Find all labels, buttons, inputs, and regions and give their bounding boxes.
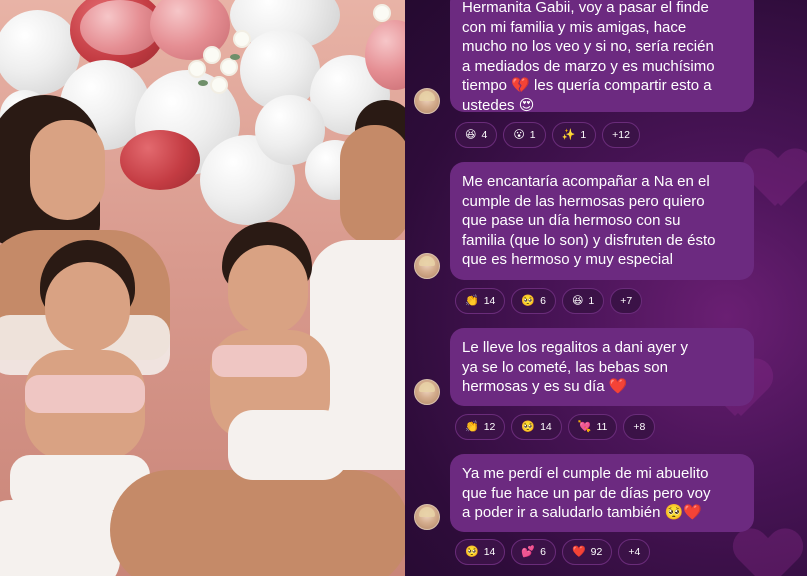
message-line: con mi familia y mis amigas, hace	[462, 18, 687, 36]
flower	[205, 48, 219, 62]
reaction-count: 14	[483, 295, 496, 307]
heart-icon: ❤️	[571, 545, 586, 558]
more-reactions-pill[interactable]: +12	[602, 122, 640, 148]
bg-heart-icon	[745, 150, 805, 210]
flower	[235, 32, 249, 46]
reaction-count: 14	[483, 546, 496, 558]
clap-icon: 👏	[465, 420, 479, 433]
reaction-pill[interactable]: 🥺 14	[455, 539, 506, 565]
man-arm	[110, 470, 405, 576]
reaction-bar: 👏 12 🥺 14 💘 11 +8	[455, 414, 656, 440]
baby1-top	[25, 375, 145, 413]
sender-avatar[interactable]	[414, 88, 440, 114]
man-face	[340, 125, 405, 245]
message-line: a poder ir a saludarlo también 🥺❤️	[462, 504, 702, 521]
grin-icon: 😆	[465, 128, 477, 141]
reaction-pill[interactable]: 🥺 14	[511, 414, 562, 440]
reaction-pill[interactable]: 💕 6	[511, 539, 556, 565]
more-reactions-pill[interactable]: +7	[610, 288, 643, 314]
balloon	[80, 0, 160, 55]
message-line: ustedes 😍	[462, 96, 535, 114]
bg-heart-icon	[735, 530, 795, 576]
baby1-face	[45, 262, 130, 352]
chat-panel: Hermanita Gabii, voy a pasar el finde co…	[405, 0, 807, 576]
more-reactions-pill[interactable]: +4	[618, 539, 651, 565]
message-bubble: Ya me perdí el cumple de mi abuelito que…	[450, 454, 754, 532]
baby2-shorts	[228, 410, 348, 480]
message-line: a mediados de marzo y es muchísimo	[462, 57, 715, 75]
pleading-face-icon: 🥺	[521, 294, 536, 307]
reaction-count: 1	[580, 129, 587, 141]
message-line: Hermanita Gabii, voy a pasar el finde	[462, 0, 709, 16]
message-line: Me encantaría acompañar a Na en el	[462, 173, 710, 190]
surprised-icon: 😮	[513, 128, 525, 141]
reaction-count: +4	[628, 546, 641, 558]
reaction-count: +8	[633, 421, 646, 433]
message-bubble: Le lleve los regalitos a dani ayer y ya …	[450, 328, 754, 406]
reaction-pill[interactable]: 💘 11	[567, 414, 618, 440]
more-reactions-pill[interactable]: +8	[623, 414, 656, 440]
reaction-bar: 🥺 14 💕 6 ❤️ 92 +4	[455, 539, 651, 565]
flower	[222, 60, 236, 74]
reaction-pill[interactable]: 😆 1	[561, 288, 605, 314]
woman-face	[30, 120, 105, 220]
leaf	[230, 54, 240, 60]
flower	[212, 78, 226, 92]
pleading-face-icon: 🥺	[521, 420, 536, 433]
message-line: hermosas y es su día ❤️	[462, 378, 628, 395]
two-hearts-icon: 💕	[521, 545, 536, 558]
reaction-bar: 😆 4 😮 1 ✨ 1 +12	[455, 122, 640, 148]
balloon	[120, 130, 200, 190]
message-line: cumple de las hermosas pero quiero	[462, 192, 705, 210]
reaction-pill[interactable]: 🥺 6	[511, 288, 556, 314]
leaf	[198, 80, 208, 86]
clap-icon: 👏	[465, 294, 479, 307]
message-bubble: Hermanita Gabii, voy a pasar el finde co…	[450, 0, 754, 114]
reaction-pill[interactable]: 😆 4	[455, 122, 498, 148]
reaction-bar: 👏 14 🥺 6 😆 1 +7	[455, 288, 643, 314]
message-line: que pase un día hermoso con su	[462, 212, 681, 229]
message-bubble: Me encantaría acompañar a Na en el cumpl…	[450, 162, 754, 280]
reaction-pill[interactable]: 👏 12	[455, 414, 506, 440]
reaction-count: 6	[540, 295, 546, 307]
baby2-top	[212, 345, 307, 377]
heart-arrow-icon: 💘	[577, 420, 592, 433]
reaction-pill[interactable]: 😮 1	[503, 122, 546, 148]
message-line: familia (que lo son) y disfruten de ésto	[462, 231, 716, 249]
message-line: tiempo 💔 les quería compartir esto a	[462, 77, 712, 94]
reaction-count: +12	[612, 129, 630, 141]
woman-pants	[0, 500, 120, 576]
flower	[375, 6, 389, 20]
reaction-pill[interactable]: 👏 14	[455, 288, 506, 314]
reaction-count: 12	[483, 421, 496, 433]
grin-icon: 😆	[571, 294, 584, 307]
reaction-count: 4	[481, 129, 488, 141]
flower	[190, 62, 204, 76]
message-line: mucho no los veo y si no, sería recién	[462, 38, 714, 55]
sender-avatar[interactable]	[414, 379, 440, 405]
message-line: Le lleve los regalitos a dani ayer y	[462, 339, 688, 356]
reaction-count: 1	[529, 129, 536, 141]
reaction-count: +7	[620, 295, 633, 307]
sender-avatar[interactable]	[414, 253, 440, 279]
reaction-pill[interactable]: ✨ 1	[551, 122, 597, 148]
pleading-face-icon: 🥺	[465, 545, 479, 558]
baby2-face	[228, 245, 308, 335]
reaction-count: 11	[596, 421, 608, 433]
sparkles-icon: ✨	[561, 128, 576, 141]
reaction-count: 1	[588, 295, 595, 307]
message-line: Ya me perdí el cumple de mi abuelito	[462, 465, 709, 482]
reaction-count: 14	[540, 421, 552, 433]
reaction-count: 92	[590, 546, 603, 558]
reaction-pill[interactable]: ❤️ 92	[561, 539, 613, 565]
family-photo	[0, 0, 405, 576]
reaction-count: 6	[540, 546, 546, 558]
message-line: que fue hace un par de días pero voy	[462, 484, 711, 502]
message-line: ya se lo cometé, las bebas son	[462, 358, 668, 376]
message-line: que es hermoso y muy especial	[462, 251, 673, 268]
sender-avatar[interactable]	[414, 504, 440, 530]
